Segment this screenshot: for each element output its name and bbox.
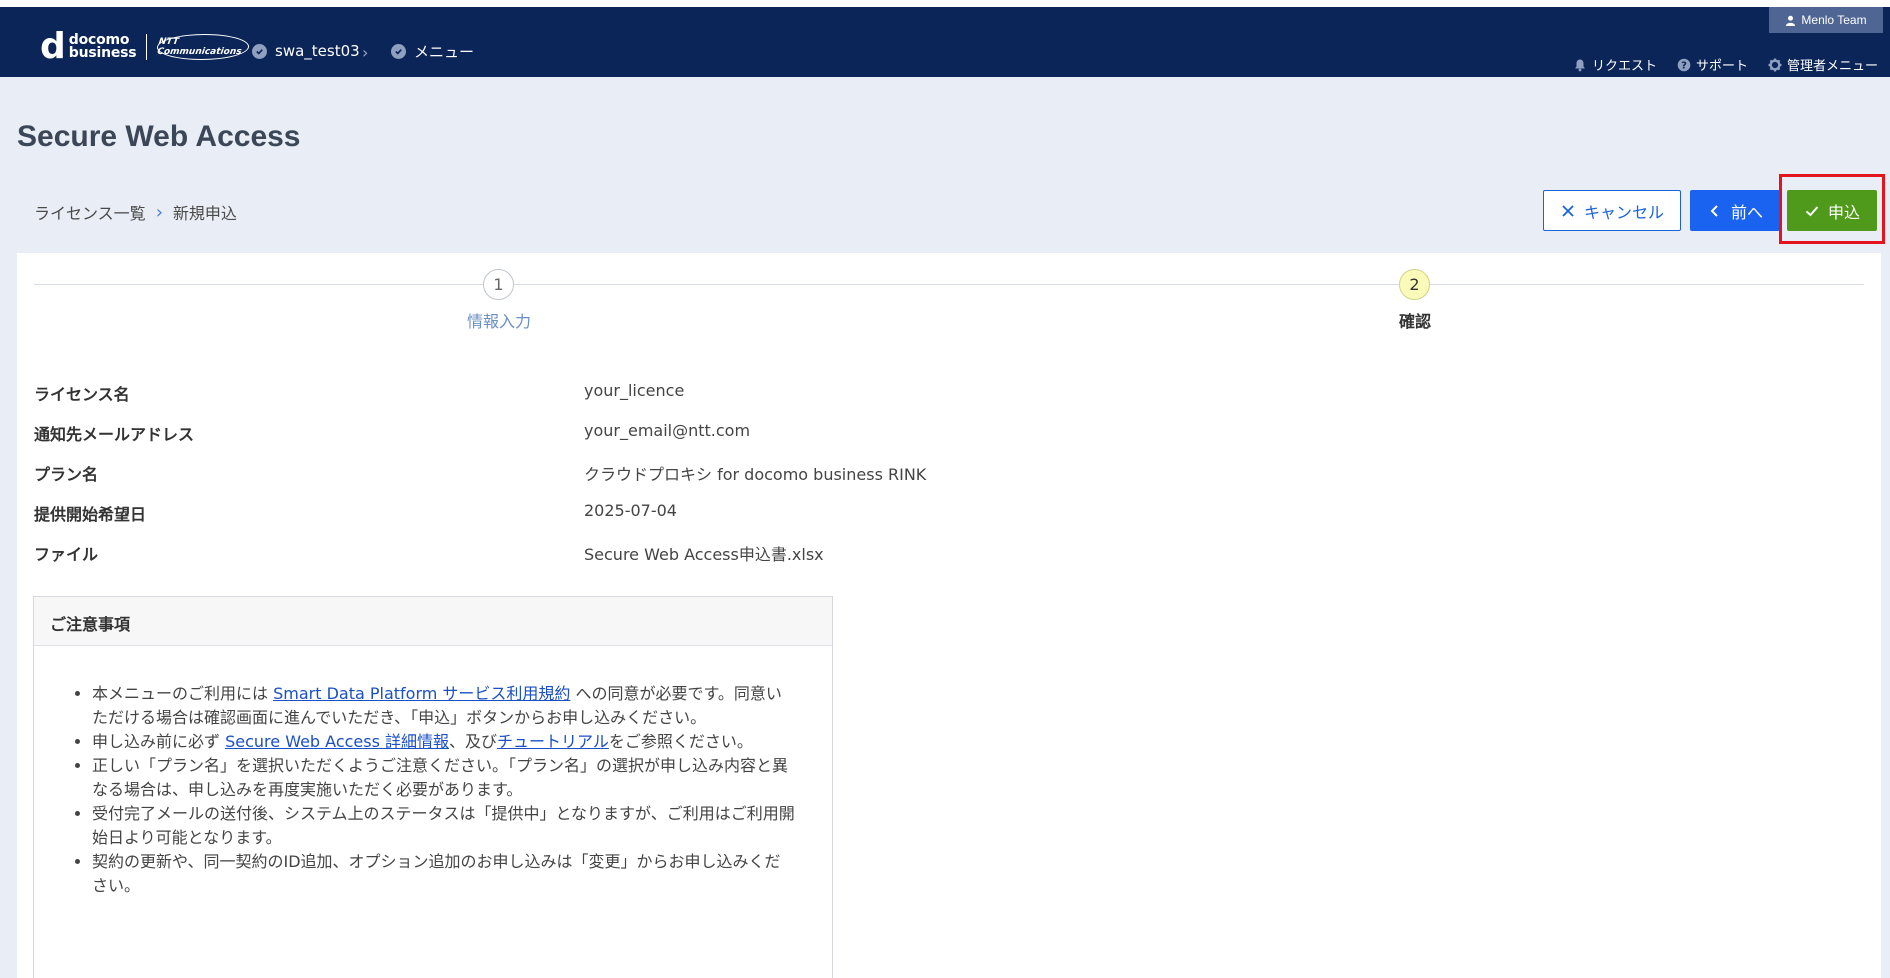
chevron-right-icon: › bbox=[155, 201, 163, 223]
stepper-line bbox=[34, 284, 1864, 285]
app-frame: d docomo business NTT Communications swa… bbox=[0, 7, 1890, 978]
info-row-plan: プラン名 クラウドプロキシ for docomo business RINK bbox=[34, 465, 927, 484]
ntt-communications-logo: NTT Communications bbox=[155, 34, 252, 60]
gear-icon bbox=[1768, 58, 1782, 71]
notice-title: ご注意事項 bbox=[34, 597, 832, 646]
admin-menu-link[interactable]: 管理者メニュー bbox=[1768, 55, 1878, 74]
cancel-button[interactable]: キャンセル bbox=[1543, 190, 1681, 231]
previous-button[interactable]: 前へ bbox=[1690, 190, 1780, 231]
notice-item: 申し込み前に必ず Secure Web Access 詳細情報、及びチュートリア… bbox=[92, 730, 796, 754]
main-card: 1 情報入力 2 確認 ライセンス名 your_licence 通知先メールアド… bbox=[17, 253, 1881, 978]
tutorial-link[interactable]: チュートリアル bbox=[497, 732, 609, 751]
highlight-box bbox=[1779, 174, 1885, 244]
info-row-email: 通知先メールアドレス your_email@ntt.com bbox=[34, 421, 751, 444]
info-row-file: ファイル Secure Web Access申込書.xlsx bbox=[34, 541, 934, 564]
breadcrumb-new-application: 新規申込 bbox=[172, 204, 237, 223]
notice-list: 本メニューのご利用には Smart Data Platform サービス利用規約… bbox=[74, 682, 832, 898]
header-crumb-menu[interactable]: メニュー bbox=[391, 41, 474, 61]
svg-text:?: ? bbox=[1681, 60, 1687, 71]
request-link[interactable]: リクエスト bbox=[1573, 55, 1657, 74]
check-circle-icon bbox=[391, 43, 406, 59]
notice-item: 正しい「プラン名」を選択いただくようご注意ください。「プラン名」の選択が申し込み… bbox=[92, 754, 796, 802]
check-circle-icon bbox=[252, 43, 267, 59]
chevron-right-icon: › bbox=[362, 43, 369, 62]
info-row-start-date: 提供開始希望日 2025-07-04 bbox=[34, 501, 677, 524]
logo-wordmark: docomo business bbox=[68, 32, 137, 61]
details-link[interactable]: Secure Web Access 詳細情報 bbox=[225, 732, 449, 751]
user-menu-button[interactable]: Menlo Team bbox=[1769, 7, 1883, 33]
step-1-label: 情報入力 bbox=[467, 312, 532, 331]
step-1-indicator: 1 bbox=[483, 269, 514, 300]
header-crumb-tenant[interactable]: swa_test03 bbox=[252, 41, 360, 61]
help-circle-icon: ? bbox=[1677, 58, 1691, 71]
breadcrumb-license-list[interactable]: ライセンス一覧 bbox=[34, 200, 146, 224]
bell-icon bbox=[1574, 59, 1585, 71]
notice-item: 本メニューのご利用には Smart Data Platform サービス利用規約… bbox=[92, 682, 796, 730]
terms-link[interactable]: Smart Data Platform サービス利用規約 bbox=[273, 684, 570, 703]
close-icon bbox=[1562, 204, 1574, 217]
chevron-left-icon bbox=[1710, 204, 1718, 217]
support-link[interactable]: ? サポート bbox=[1677, 55, 1748, 74]
file-name: Secure Web Access申込書.xlsx bbox=[584, 545, 824, 564]
notice-panel: ご注意事項 本メニューのご利用には Smart Data Platform サー… bbox=[33, 596, 833, 978]
logo-mark: d bbox=[40, 26, 66, 67]
notice-item: 受付完了メールの送付後、システム上のステータスは「提供中」となりますが、ご利用は… bbox=[92, 802, 796, 850]
breadcrumb: ライセンス一覧 › 新規申込 bbox=[34, 200, 237, 224]
page-title: Secure Web Access bbox=[17, 120, 301, 153]
notice-item: 契約の更新や、同一契約のID追加、オプション追加のお申し込みは「変更」からお申し… bbox=[92, 850, 796, 898]
logo-divider bbox=[146, 34, 148, 60]
info-row-license-name: ライセンス名 your_licence bbox=[34, 381, 685, 404]
top-header: d docomo business NTT Communications swa… bbox=[0, 7, 1890, 77]
step-2-indicator: 2 bbox=[1399, 269, 1430, 300]
user-icon bbox=[1786, 15, 1796, 26]
step-2-label: 確認 bbox=[1399, 312, 1432, 331]
header-links: リクエスト ? サポート 管理者メニュー bbox=[1573, 55, 1878, 74]
docomo-business-logo[interactable]: d docomo business NTT Communications bbox=[40, 26, 252, 67]
